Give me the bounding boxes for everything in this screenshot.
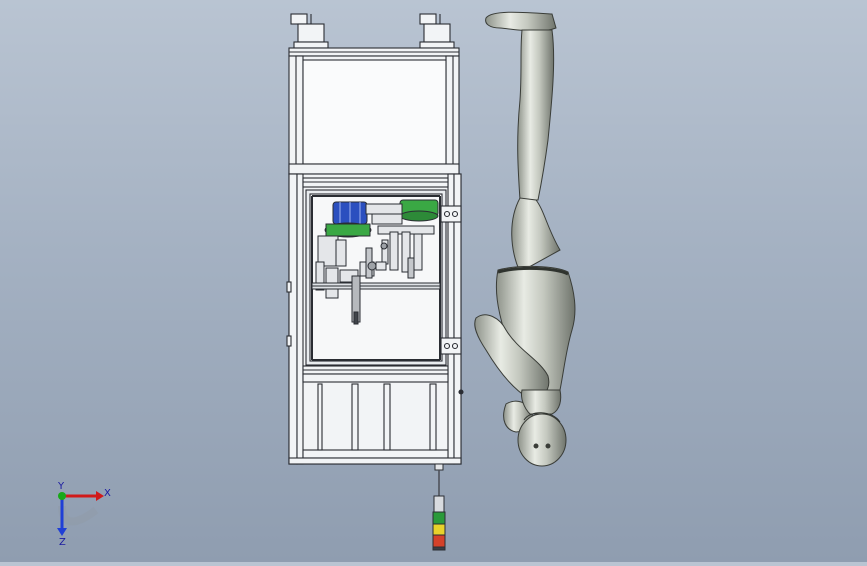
stack-light[interactable]: [432, 463, 446, 551]
y-axis-label: Y: [57, 481, 65, 492]
machine-frame-assembly[interactable]: [286, 13, 464, 465]
coordinate-triad: X Y Z: [57, 481, 111, 548]
mannequin-figure[interactable]: [474, 11, 576, 467]
z-axis-label: Z: [59, 537, 66, 548]
x-axis-label: X: [104, 488, 111, 499]
cad-viewport[interactable]: X Y Z: [0, 0, 867, 562]
green-ring-right: [399, 199, 439, 222]
leveling-foot-left: [290, 13, 329, 49]
door-hinge-upper: [440, 205, 462, 223]
blue-motor: [332, 201, 368, 225]
y-axis-dot: [58, 492, 66, 500]
leveling-foot-right: [419, 13, 455, 49]
door-hinge-lower: [440, 337, 462, 355]
